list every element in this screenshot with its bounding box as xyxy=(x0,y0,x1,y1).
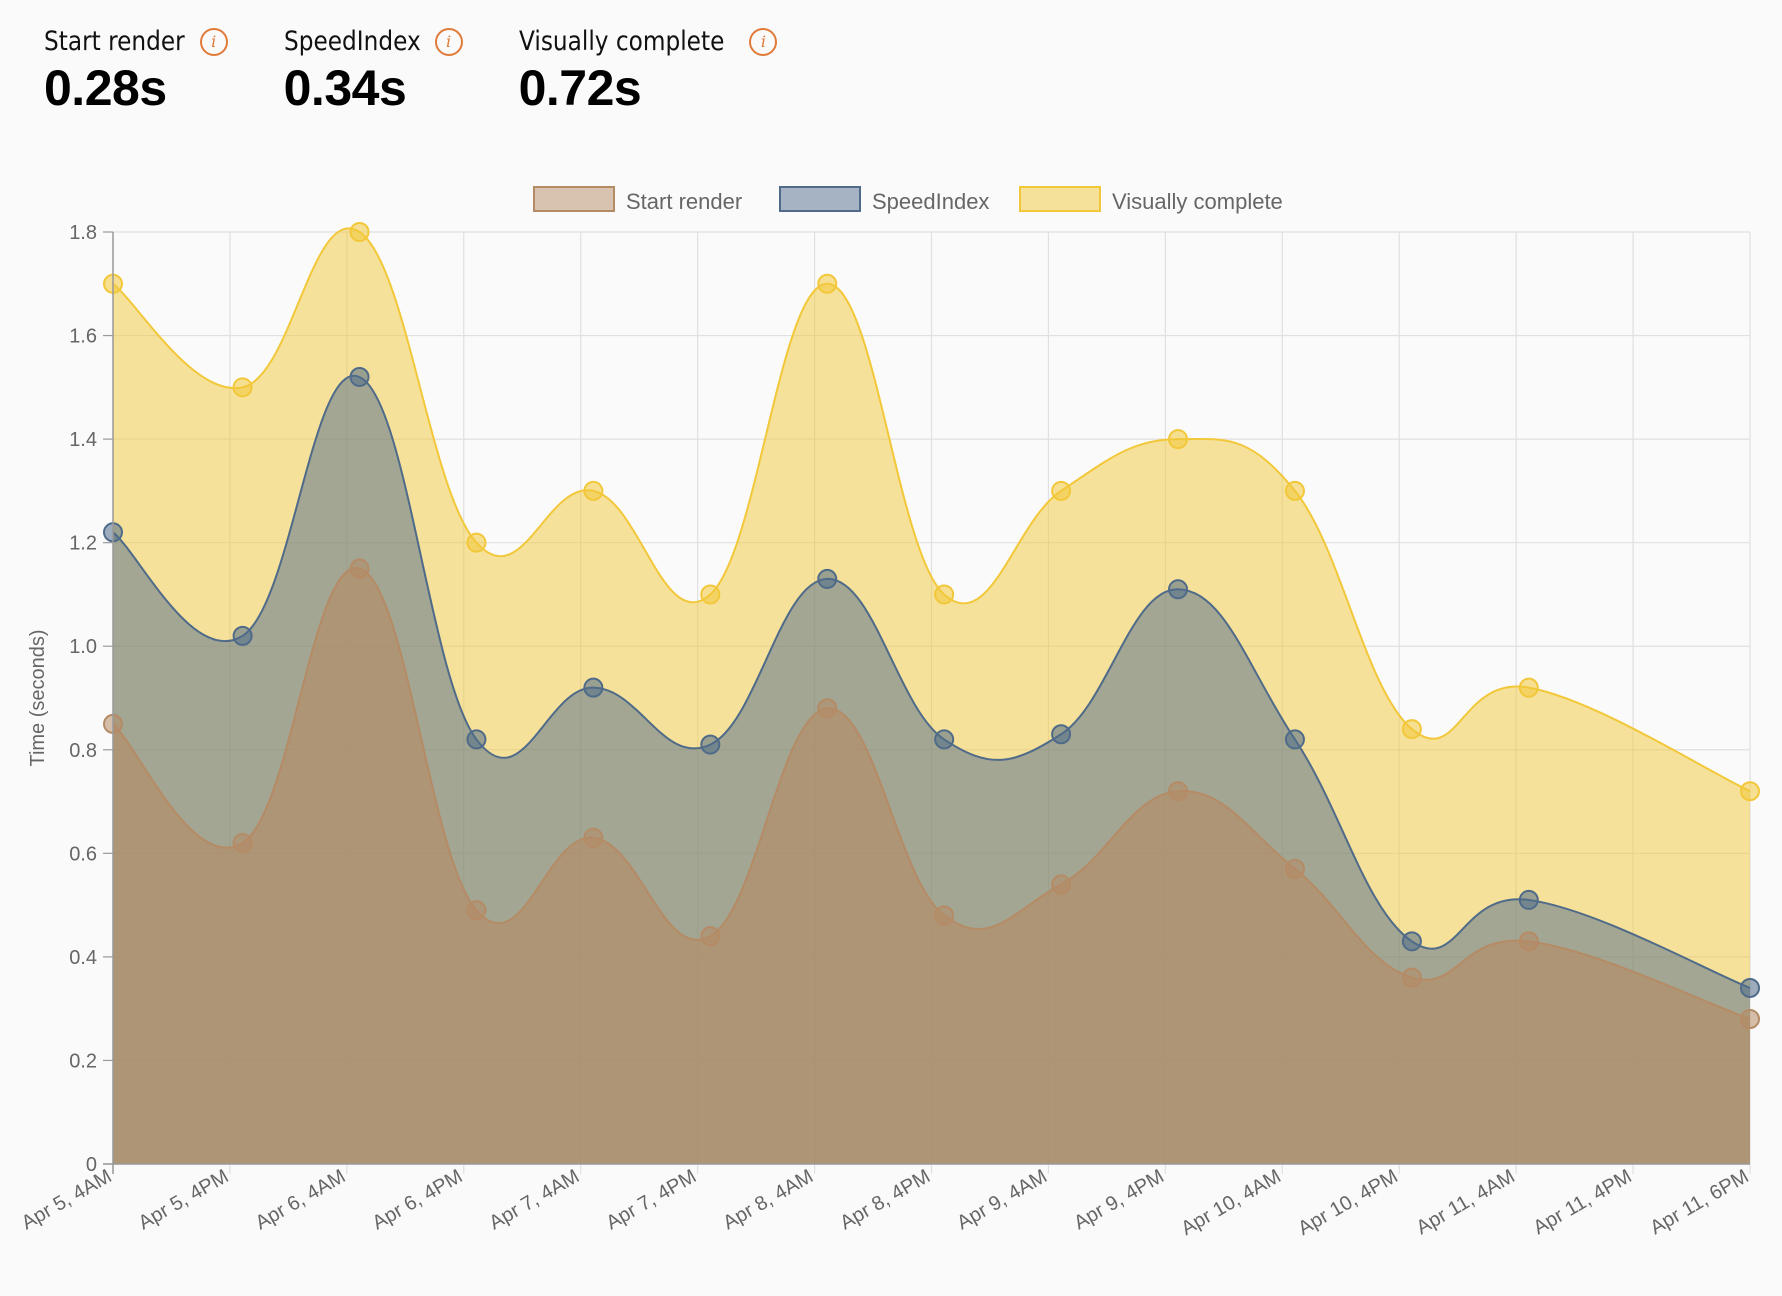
data-point-speed-index[interactable] xyxy=(1740,977,1760,998)
x-tick-label: Apr 10, 4PM xyxy=(1294,1165,1401,1240)
data-point-visually-complete[interactable] xyxy=(1284,480,1305,501)
data-point-visually-complete[interactable] xyxy=(1740,781,1760,802)
data-point-visually-complete[interactable] xyxy=(1168,429,1189,450)
data-point-visually-complete[interactable] xyxy=(817,273,838,294)
data-point-start-render[interactable] xyxy=(583,827,604,848)
data-point-visually-complete[interactable] xyxy=(466,532,487,553)
data-point-visually-complete[interactable] xyxy=(700,584,721,605)
data-point-speed-index[interactable] xyxy=(232,625,253,646)
data-point-start-render[interactable] xyxy=(1051,874,1072,895)
data-point-speed-index[interactable] xyxy=(817,568,838,589)
data-point-start-render[interactable] xyxy=(232,832,253,853)
data-point-start-render[interactable] xyxy=(1401,967,1422,988)
data-point-visually-complete[interactable] xyxy=(232,377,253,398)
x-tick-label: Apr 8, 4AM xyxy=(719,1165,817,1234)
data-point-speed-index[interactable] xyxy=(700,734,721,755)
legend-item-speed-index[interactable]: SpeedIndex xyxy=(779,186,989,214)
y-tick-label: 0.2 xyxy=(69,1050,97,1072)
y-tick-label: 1.8 xyxy=(69,222,97,244)
y-axis-label: Time (seconds) xyxy=(27,629,49,766)
data-point-start-render[interactable] xyxy=(466,900,487,921)
x-tick-label: Apr 6, 4AM xyxy=(252,1165,350,1234)
timeline-chart: 00.20.40.60.81.01.21.41.61.8Apr 5, 4AM Ap… xyxy=(18,186,1760,1240)
y-tick-label: 0.6 xyxy=(69,843,97,865)
x-tick-label: Apr 6, 4PM xyxy=(369,1165,467,1234)
data-point-visually-complete[interactable] xyxy=(1051,480,1072,501)
data-point-speed-index[interactable] xyxy=(1284,729,1305,750)
y-tick-label: 1.4 xyxy=(69,429,97,451)
data-point-start-render[interactable] xyxy=(1168,781,1189,802)
data-point-speed-index[interactable] xyxy=(1518,889,1539,910)
y-tick-label: 1.0 xyxy=(69,636,97,658)
data-point-speed-index[interactable] xyxy=(934,729,955,750)
y-tick-label: 0.8 xyxy=(69,740,97,762)
data-point-visually-complete[interactable] xyxy=(349,222,370,242)
legend-swatch xyxy=(1019,186,1101,212)
data-point-visually-complete[interactable] xyxy=(583,480,604,501)
x-tick-label: Apr 11, 6PM xyxy=(1647,1165,1753,1239)
data-point-start-render[interactable] xyxy=(934,905,955,926)
data-point-start-render[interactable] xyxy=(700,926,721,947)
data-point-speed-index[interactable] xyxy=(1051,724,1072,745)
legend-swatch xyxy=(533,186,615,212)
x-tick-label: Apr 7, 4AM xyxy=(486,1165,584,1234)
x-tick-label: Apr 9, 4AM xyxy=(953,1165,1051,1234)
data-point-visually-complete[interactable] xyxy=(1401,719,1422,740)
data-point-start-render[interactable] xyxy=(1518,931,1539,952)
data-point-visually-complete[interactable] xyxy=(934,584,955,605)
data-point-start-render[interactable] xyxy=(349,558,370,579)
legend-label: Visually complete xyxy=(1112,189,1283,214)
x-tick-label: Apr 5, 4PM xyxy=(135,1165,233,1234)
data-point-start-render[interactable] xyxy=(1740,1009,1760,1030)
data-point-speed-index[interactable] xyxy=(583,677,604,698)
x-tick-label: Apr 5, 4AM xyxy=(18,1165,116,1234)
data-point-start-render[interactable] xyxy=(817,698,838,719)
legend-label: SpeedIndex xyxy=(872,189,989,214)
legend-label: Start render xyxy=(626,189,742,214)
y-tick-label: 1.6 xyxy=(69,326,97,348)
y-tick-label: 0.4 xyxy=(69,947,97,969)
data-point-speed-index[interactable] xyxy=(1168,579,1189,600)
x-tick-label: Apr 11, 4PM xyxy=(1530,1165,1636,1239)
legend: Start render SpeedIndex Visually complete xyxy=(533,186,1283,214)
x-tick-label: Apr 8, 4PM xyxy=(836,1165,934,1234)
legend-item-visually-complete[interactable]: Visually complete xyxy=(1019,186,1283,214)
y-tick-label: 1.2 xyxy=(69,533,97,555)
legend-item-start-render[interactable]: Start render xyxy=(533,186,742,214)
data-point-speed-index[interactable] xyxy=(349,366,370,387)
legend-swatch xyxy=(779,186,861,212)
data-point-speed-index[interactable] xyxy=(1401,931,1422,952)
x-tick-label: Apr 10, 4AM xyxy=(1178,1165,1285,1240)
x-tick-label: Apr 9, 4PM xyxy=(1070,1165,1168,1234)
x-tick-label: Apr 7, 4PM xyxy=(602,1165,700,1234)
data-point-speed-index[interactable] xyxy=(466,729,487,750)
data-point-visually-complete[interactable] xyxy=(1518,677,1539,698)
x-tick-label: Apr 11, 4AM xyxy=(1413,1165,1519,1239)
data-point-start-render[interactable] xyxy=(1284,858,1305,879)
